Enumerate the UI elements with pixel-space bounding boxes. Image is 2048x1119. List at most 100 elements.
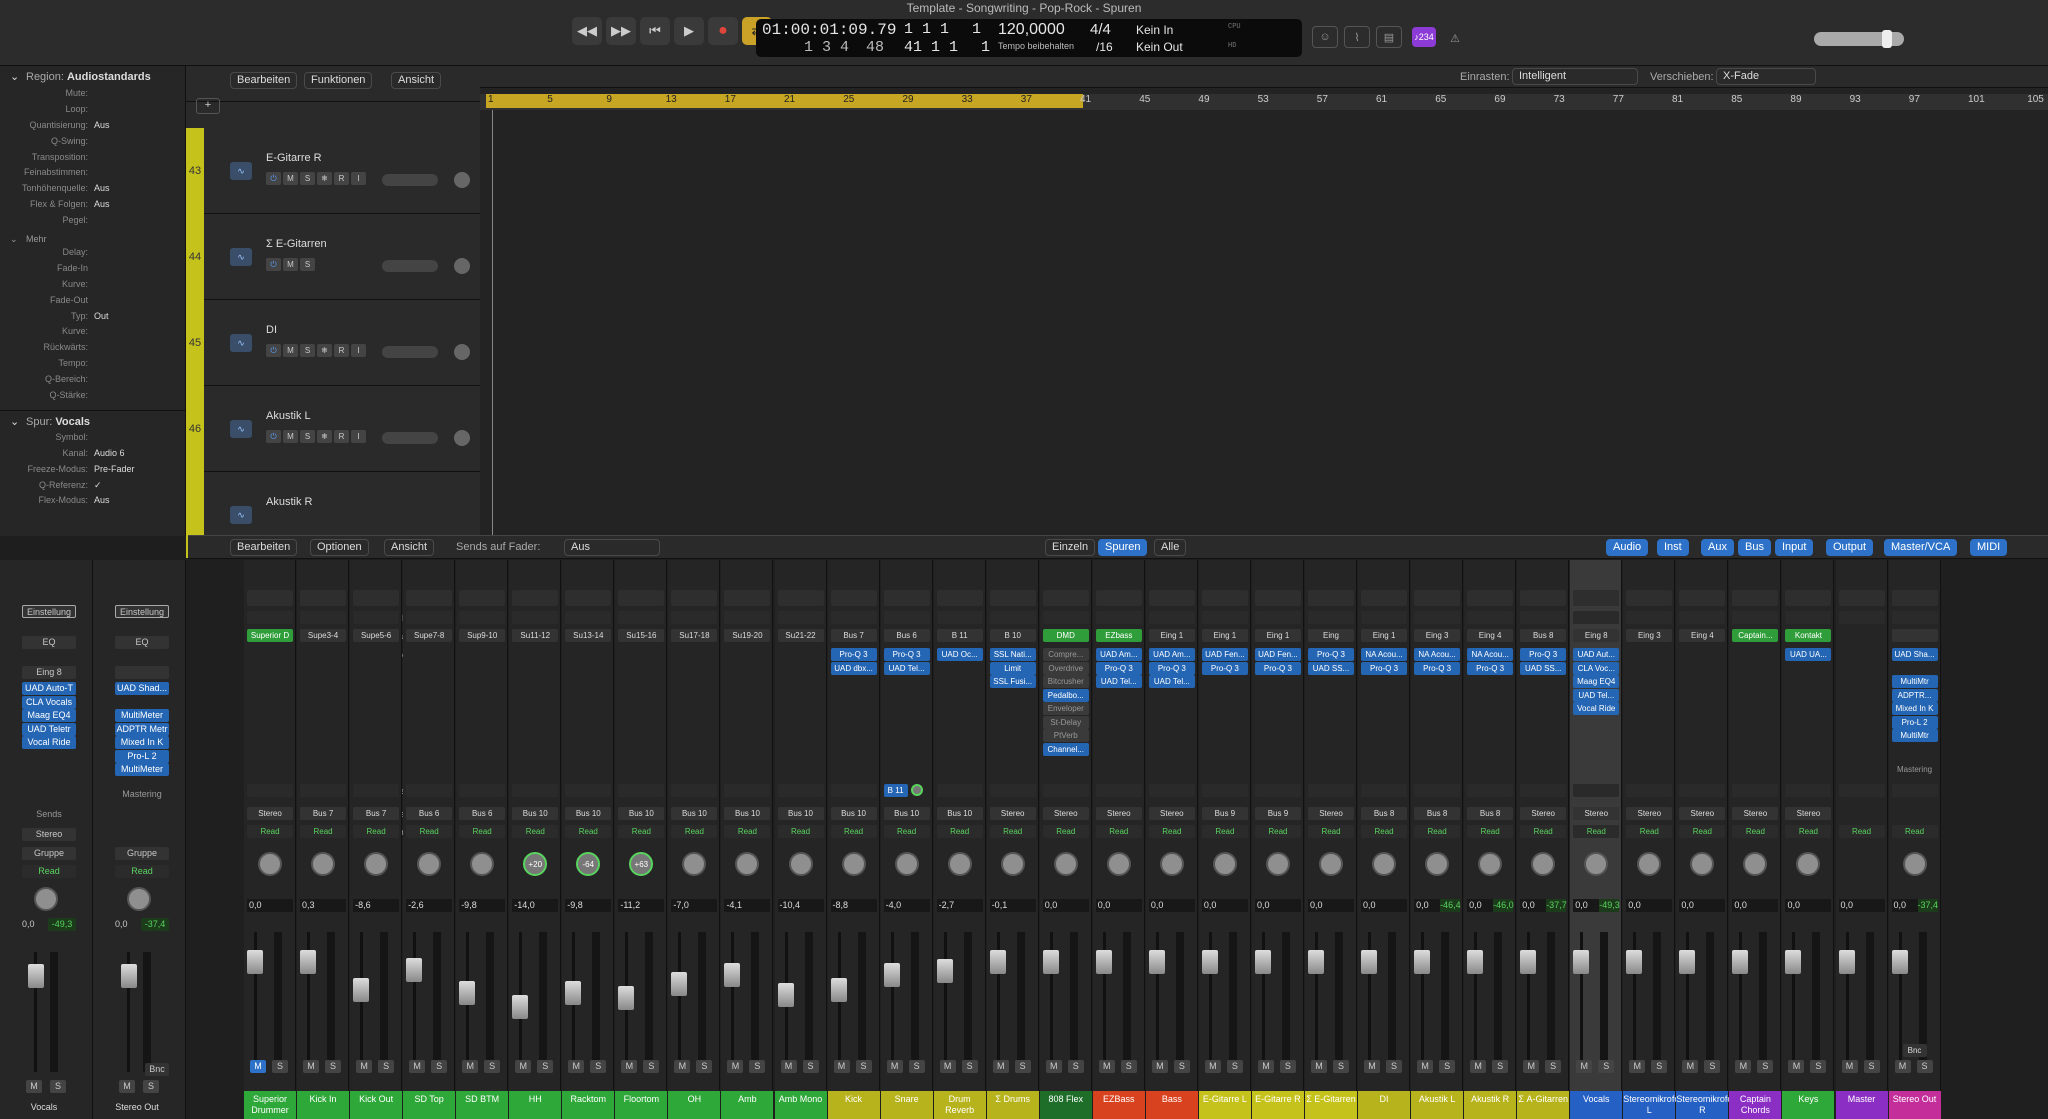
solo-button[interactable]: S xyxy=(643,1060,660,1073)
audio-fx-slot[interactable]: Enveloper xyxy=(1042,702,1089,715)
eq-display[interactable] xyxy=(512,590,559,606)
midi-fx-slot[interactable] xyxy=(1891,611,1938,624)
midi-fx-slot[interactable] xyxy=(989,611,1036,624)
mute-button[interactable]: M xyxy=(780,1060,797,1073)
send-slot[interactable] xyxy=(1042,784,1089,797)
midi-fx-slot[interactable] xyxy=(459,611,506,624)
track-param-row[interactable]: Q-Referenz: ✓ xyxy=(0,480,185,496)
solo-button[interactable]: S xyxy=(1545,1060,1562,1073)
output-slot[interactable]: Stereo xyxy=(989,807,1036,820)
audio-fx-slot[interactable] xyxy=(115,696,169,709)
output-slot[interactable]: Bus 7 xyxy=(300,807,347,820)
mute-button[interactable]: M xyxy=(1470,1060,1487,1073)
solo-button[interactable]: S xyxy=(378,1060,395,1073)
eq-display[interactable] xyxy=(724,590,771,606)
track-param-value[interactable]: Pre-Fader xyxy=(94,464,135,480)
midi-fx-slot[interactable] xyxy=(1838,611,1885,624)
midi-fx-slot[interactable] xyxy=(1626,611,1673,624)
metronome-icon[interactable]: ⚠ xyxy=(1442,27,1468,49)
input-slot[interactable]: Su15-16 xyxy=(618,629,665,642)
solo-button[interactable]: S xyxy=(1067,1060,1084,1073)
pan-knob[interactable] xyxy=(454,258,470,274)
input-slot[interactable]: Eing 1 xyxy=(1254,629,1301,642)
send-slot[interactable] xyxy=(936,784,983,797)
audio-fx-slot[interactable]: UAD Aut... xyxy=(1573,648,1620,661)
region-param-value[interactable]: Aus xyxy=(94,120,110,136)
pan-knob[interactable] xyxy=(1212,852,1237,876)
output-slot[interactable]: Stereo xyxy=(1520,807,1567,820)
fader-cap[interactable] xyxy=(1254,950,1271,974)
output-slot[interactable]: Bus 10 xyxy=(618,807,665,820)
input-slot[interactable]: B 11 xyxy=(936,629,983,642)
send-slot[interactable] xyxy=(989,784,1036,797)
solo-button[interactable]: S xyxy=(590,1060,607,1073)
solo-button[interactable]: S xyxy=(1492,1060,1509,1073)
send-slot[interactable] xyxy=(1891,784,1938,797)
audio-fx-slot[interactable]: ADPTR Metr xyxy=(115,722,169,736)
audio-fx-slot[interactable]: Vocal Ride xyxy=(1573,702,1620,715)
audio-fx-slot[interactable]: Mixed In K xyxy=(1891,702,1938,715)
output-slot[interactable]: Stereo xyxy=(1732,807,1779,820)
pan-knob[interactable]: +20 xyxy=(523,852,548,876)
input-slot[interactable]: Su21-22 xyxy=(777,629,824,642)
eq-display[interactable] xyxy=(1891,590,1938,606)
filter-bus-button[interactable]: Bus xyxy=(1738,539,1771,556)
automation-mode[interactable]: Read xyxy=(1095,825,1142,838)
automation-mode[interactable]: Read xyxy=(115,865,169,878)
fader-cap[interactable] xyxy=(883,962,900,987)
midi-fx-slot[interactable] xyxy=(724,611,771,624)
solo-button[interactable]: S xyxy=(1651,1060,1668,1073)
audio-fx-slot[interactable]: UAD Am... xyxy=(1095,648,1142,661)
more-param-row[interactable]: Delay: xyxy=(0,247,185,263)
power-button[interactable]: ⏻ xyxy=(266,172,281,185)
track-param-row[interactable]: Kanal: Audio 6 xyxy=(0,448,185,464)
playhead[interactable] xyxy=(492,110,493,536)
fader-cap[interactable] xyxy=(1148,950,1165,974)
bounce-button[interactable]: Bnc xyxy=(1902,1044,1927,1057)
audio-fx-slot[interactable]: UAD SS... xyxy=(1308,661,1354,675)
audio-fx-slot[interactable]: MultiMtr xyxy=(1891,675,1938,688)
solo-button[interactable]: S xyxy=(300,172,315,185)
input-slot[interactable]: Bus 8 xyxy=(1520,629,1567,642)
filter-master-vca-button[interactable]: Master/VCA xyxy=(1884,539,1958,556)
output-slot[interactable]: Bus 10 xyxy=(883,807,930,820)
track-param-row[interactable]: Symbol: xyxy=(0,432,185,448)
filter-inst-button[interactable]: Inst xyxy=(1657,539,1689,556)
input-slot[interactable]: Supe5-6 xyxy=(353,629,400,642)
fader-cap[interactable] xyxy=(247,950,263,974)
audio-fx-slot[interactable]: PtVerb xyxy=(1042,729,1089,742)
input-slot[interactable]: Su19-20 xyxy=(724,629,771,642)
pan-knob[interactable] xyxy=(841,852,866,876)
audio-fx-slot[interactable]: Pro-L 2 xyxy=(1891,715,1938,729)
automation-mode[interactable]: Read xyxy=(1042,825,1089,838)
audio-fx-slot[interactable]: Pedalbo... xyxy=(1042,688,1089,702)
audio-fx-slot[interactable]: Pro-L 2 xyxy=(115,749,169,763)
fader-cap[interactable] xyxy=(1042,950,1059,974)
region-param-value[interactable]: Aus xyxy=(94,183,110,199)
fader-cap[interactable] xyxy=(406,958,423,983)
mute-button[interactable]: M xyxy=(119,1080,135,1093)
midi-fx-slot[interactable] xyxy=(1148,611,1195,624)
record-enable-button[interactable]: R xyxy=(334,172,349,185)
send-slot[interactable] xyxy=(1467,784,1514,797)
more-param-row[interactable]: Kurve: xyxy=(0,279,185,295)
audio-fx-slot[interactable]: Maag EQ4 xyxy=(22,709,76,722)
audio-fx-slot[interactable]: Overdrive xyxy=(1042,661,1089,675)
solo-button[interactable]: S xyxy=(300,430,315,443)
automation-mode[interactable]: Read xyxy=(22,865,76,878)
mute-button[interactable]: M xyxy=(1735,1060,1752,1073)
automation-mode[interactable]: Read xyxy=(565,825,612,838)
automation-mode[interactable]: Read xyxy=(1148,825,1195,838)
power-button[interactable]: ⏻ xyxy=(266,430,281,443)
automation-mode[interactable]: Read xyxy=(1201,825,1248,838)
send-slot[interactable] xyxy=(1838,784,1885,797)
automation-mode[interactable]: Read xyxy=(1785,825,1832,838)
volume-slider[interactable] xyxy=(382,260,438,272)
input-slot[interactable]: Eing 8 xyxy=(1573,629,1620,642)
output-slot[interactable]: Stereo xyxy=(1785,807,1832,820)
solo-button[interactable]: S xyxy=(1598,1060,1615,1073)
send-slot[interactable] xyxy=(512,784,559,797)
output-slot[interactable]: Stereo xyxy=(1095,807,1142,820)
midi-fx-slot[interactable] xyxy=(830,611,877,624)
add-track-button[interactable]: + xyxy=(196,98,220,114)
